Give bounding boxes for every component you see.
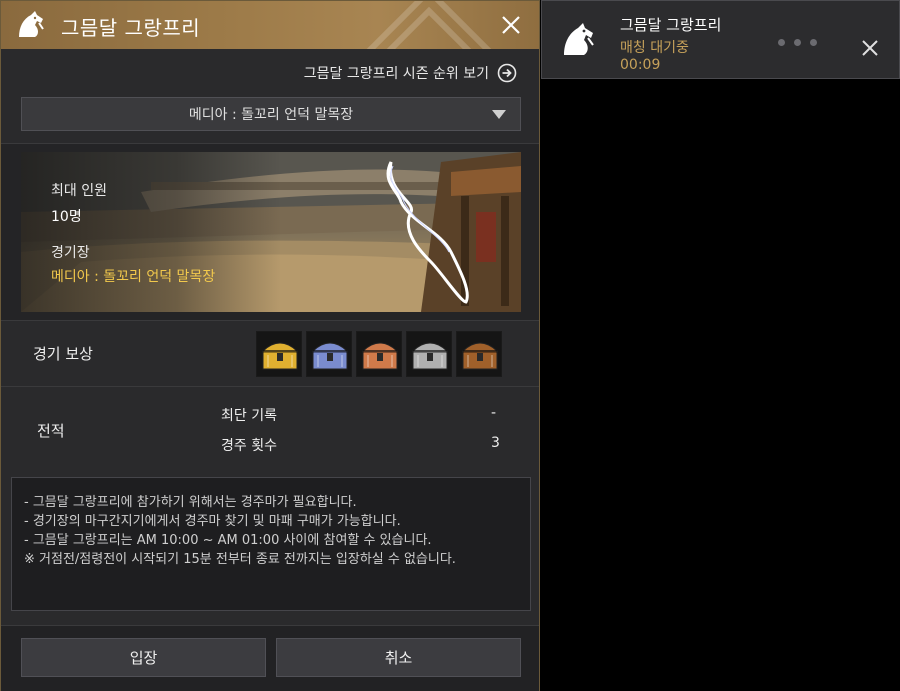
race-count-value: 3 bbox=[491, 435, 500, 451]
banner-shade bbox=[21, 152, 281, 312]
header-decoration bbox=[366, 1, 492, 49]
arena-banner-section: 최대 인원 10명 경기장 메디아 : 돌꼬리 언덕 말목장 bbox=[1, 143, 539, 321]
arena-select-value: 메디아 : 돌꼬리 언덕 말목장 bbox=[188, 107, 354, 123]
wooden-chest-icon[interactable] bbox=[456, 331, 502, 377]
arena-select[interactable]: 메디아 : 돌꼬리 언덕 말목장 bbox=[21, 97, 521, 131]
record-label: 전적 bbox=[37, 422, 65, 440]
panel-header: 그믐달 그랑프리 bbox=[1, 1, 539, 49]
loading-dots-icon bbox=[778, 39, 817, 46]
enter-button[interactable]: 입장 bbox=[21, 638, 266, 677]
season-ranking-label: 그믐달 그랑프리 시즌 순위 보기 bbox=[303, 66, 489, 82]
arrow-circle-icon bbox=[497, 63, 517, 83]
arena-value: 메디아 : 돌꼬리 언덕 말목장 bbox=[51, 269, 216, 285]
max-players-value: 10명 bbox=[51, 209, 82, 225]
best-time-value: - bbox=[491, 405, 497, 421]
notice-box: - 그믐달 그랑프리에 참가하기 위해서는 경주마가 필요합니다. - 경기장의… bbox=[11, 477, 531, 611]
horse-logo-icon bbox=[564, 23, 594, 55]
arena-preview-image bbox=[21, 152, 521, 312]
arena-label: 경기장 bbox=[51, 245, 90, 261]
season-ranking-link[interactable]: 그믐달 그랑프리 시즌 순위 보기 bbox=[304, 63, 517, 83]
matching-status: 매칭 대기중 bbox=[620, 40, 689, 56]
notification-title: 그믐달 그랑프리 bbox=[620, 16, 722, 34]
blue-chest-icon[interactable] bbox=[306, 331, 352, 377]
notice-line: - 그믐달 그랑프리는 AM 10:00 ~ AM 01:00 사이에 참여할 … bbox=[24, 533, 432, 548]
dropdown-arrow-icon bbox=[492, 110, 506, 119]
best-time-label: 최단 기록 bbox=[221, 408, 277, 424]
close-icon[interactable] bbox=[501, 15, 521, 35]
bronze-chest-icon[interactable] bbox=[356, 331, 402, 377]
grand-prix-panel: 그믐달 그랑프리 그믐달 그랑프리 시즌 순위 보기 메디아 : 돌꼬리 언덕 … bbox=[0, 0, 540, 691]
notice-line: - 그믐달 그랑프리에 참가하기 위해서는 경주마가 필요합니다. bbox=[24, 495, 357, 510]
matching-timer: 00:09 bbox=[620, 57, 661, 73]
record-section bbox=[1, 387, 539, 467]
panel-title: 그믐달 그랑프리 bbox=[61, 16, 201, 40]
notice-line: - 경기장의 마구간지기에게서 경주마 찾기 및 마패 구매가 가능합니다. bbox=[24, 514, 401, 529]
silver-chest-icon[interactable] bbox=[406, 331, 452, 377]
notice-line: ※ 거점전/점령전이 시작되기 15분 전부터 종료 전까지는 입장하실 수 없… bbox=[24, 552, 456, 567]
cancel-button[interactable]: 취소 bbox=[276, 638, 521, 677]
horse-logo-icon bbox=[19, 11, 44, 37]
matching-notification[interactable]: 그믐달 그랑프리 매칭 대기중 00:09 bbox=[541, 0, 900, 79]
gold-chest-icon[interactable] bbox=[256, 331, 302, 377]
reward-label: 경기 보상 bbox=[33, 345, 93, 363]
reward-chest-list bbox=[256, 331, 502, 377]
panel-footer: 입장 취소 bbox=[1, 625, 539, 691]
race-count-label: 경주 횟수 bbox=[221, 438, 277, 454]
max-players-label: 최대 인원 bbox=[51, 183, 107, 199]
close-icon[interactable] bbox=[861, 39, 879, 57]
